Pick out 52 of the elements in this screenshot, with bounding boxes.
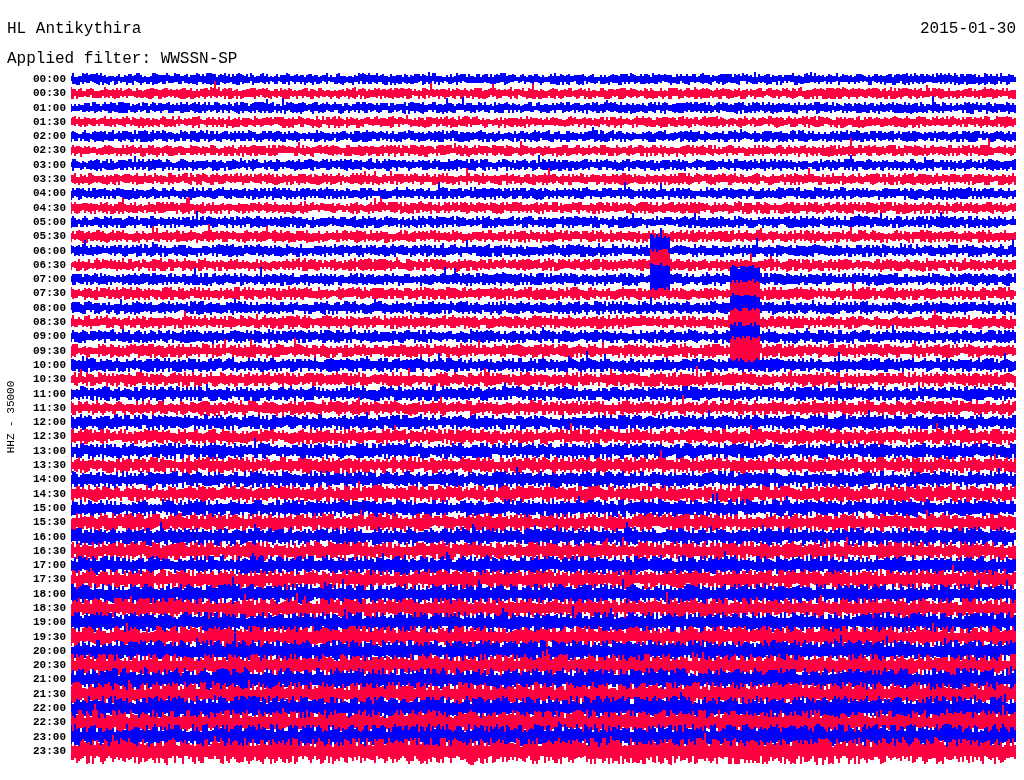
time-label: 13:00 — [33, 443, 66, 458]
time-label: 14:00 — [33, 472, 66, 487]
time-label: 02:00 — [33, 129, 66, 144]
time-label: 08:30 — [33, 315, 66, 330]
time-label: 07:00 — [33, 272, 66, 287]
time-label: 15:00 — [33, 500, 66, 516]
time-label: 18:30 — [33, 601, 66, 616]
channel-label: HHZ - 35000 — [5, 380, 17, 454]
date-label: 2015-01-30 — [920, 20, 1016, 40]
time-label: 10:30 — [33, 372, 66, 387]
time-label: 06:30 — [33, 257, 66, 273]
time-label: 22:30 — [33, 715, 66, 730]
time-label: 23:30 — [33, 743, 66, 759]
time-label: 09:30 — [33, 343, 66, 358]
time-label: 03:30 — [33, 172, 66, 187]
time-label: 00:30 — [33, 86, 66, 101]
time-label: 17:30 — [33, 572, 66, 587]
time-label: 01:00 — [33, 100, 66, 115]
time-label: 21:30 — [33, 686, 66, 702]
time-label: 17:00 — [33, 558, 66, 573]
time-label: 14:30 — [33, 486, 66, 501]
time-label: 07:30 — [33, 286, 66, 301]
time-label: 19:00 — [33, 615, 66, 630]
time-label: 05:00 — [33, 214, 66, 230]
time-label: 04:30 — [33, 200, 66, 215]
time-label: 01:30 — [33, 114, 66, 130]
time-label: 08:00 — [33, 300, 66, 316]
filter-label: Applied filter: WWSSN-SP — [7, 50, 238, 68]
time-label: 03:00 — [33, 157, 66, 173]
time-label: 19:30 — [33, 629, 66, 644]
time-label: 00:00 — [33, 72, 66, 87]
time-label: 13:30 — [33, 458, 66, 473]
time-label: 21:00 — [33, 672, 66, 687]
time-label: 16:30 — [33, 543, 66, 559]
time-label: 09:00 — [33, 329, 66, 344]
time-label: 04:00 — [33, 186, 66, 201]
time-label: 05:30 — [33, 229, 66, 244]
time-label: 11:00 — [33, 386, 66, 401]
time-label: 15:30 — [33, 515, 66, 530]
time-label: 11:30 — [33, 400, 66, 416]
time-label: 22:00 — [33, 701, 66, 716]
time-label: 06:00 — [33, 243, 66, 258]
time-label: 12:30 — [33, 429, 66, 444]
time-label: 20:00 — [33, 643, 66, 659]
time-label: 20:30 — [33, 658, 66, 673]
time-label: 12:00 — [33, 415, 66, 430]
time-label: 10:00 — [33, 357, 66, 373]
time-label: 18:00 — [33, 586, 66, 601]
station-title: HL Antikythira — [7, 20, 142, 40]
time-label: 02:30 — [33, 143, 66, 158]
time-label: 23:00 — [33, 729, 66, 744]
time-label: 16:00 — [33, 529, 66, 544]
